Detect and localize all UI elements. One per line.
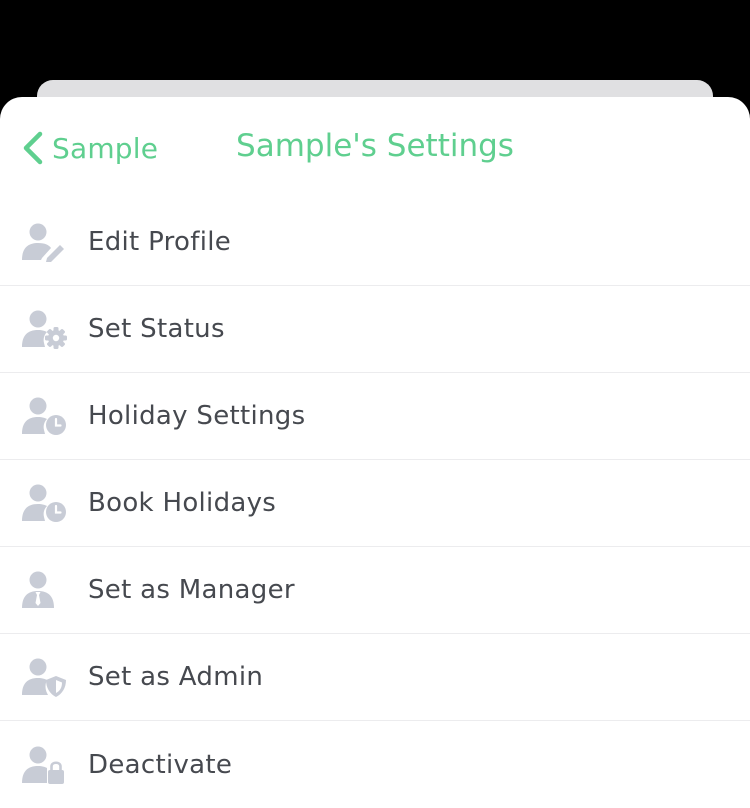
menu-item-label: Book Holidays bbox=[88, 488, 277, 518]
menu-item-set-as-admin[interactable]: Set as Admin bbox=[0, 634, 750, 721]
user-clock-icon bbox=[22, 397, 66, 435]
user-clock-icon bbox=[22, 484, 66, 522]
menu-item-label: Set as Manager bbox=[88, 575, 295, 605]
settings-menu: Edit Profile Set Status Holiday Settings… bbox=[0, 199, 750, 808]
menu-item-deactivate[interactable]: Deactivate bbox=[0, 721, 750, 808]
user-lock-icon bbox=[22, 746, 64, 784]
menu-item-label: Set Status bbox=[88, 314, 225, 344]
menu-item-holiday-settings[interactable]: Holiday Settings bbox=[0, 373, 750, 460]
page-title: Sample's Settings bbox=[236, 128, 514, 164]
settings-sheet: Sample Sample's Settings Edit Profile Se… bbox=[0, 97, 750, 808]
user-tie-icon bbox=[22, 571, 54, 608]
menu-item-set-status[interactable]: Set Status bbox=[0, 286, 750, 373]
menu-item-label: Holiday Settings bbox=[88, 401, 306, 431]
menu-item-label: Edit Profile bbox=[88, 227, 232, 257]
menu-item-label: Deactivate bbox=[88, 749, 233, 780]
navigation-bar: Sample Sample's Settings bbox=[0, 97, 750, 199]
user-shield-icon bbox=[22, 658, 66, 697]
user-gear-icon bbox=[22, 310, 67, 349]
menu-item-label: Set as Admin bbox=[88, 662, 264, 692]
menu-item-set-as-manager[interactable]: Set as Manager bbox=[0, 547, 750, 634]
menu-item-book-holidays[interactable]: Book Holidays bbox=[0, 460, 750, 547]
user-edit-icon bbox=[22, 223, 64, 262]
menu-item-edit-profile[interactable]: Edit Profile bbox=[0, 199, 750, 286]
